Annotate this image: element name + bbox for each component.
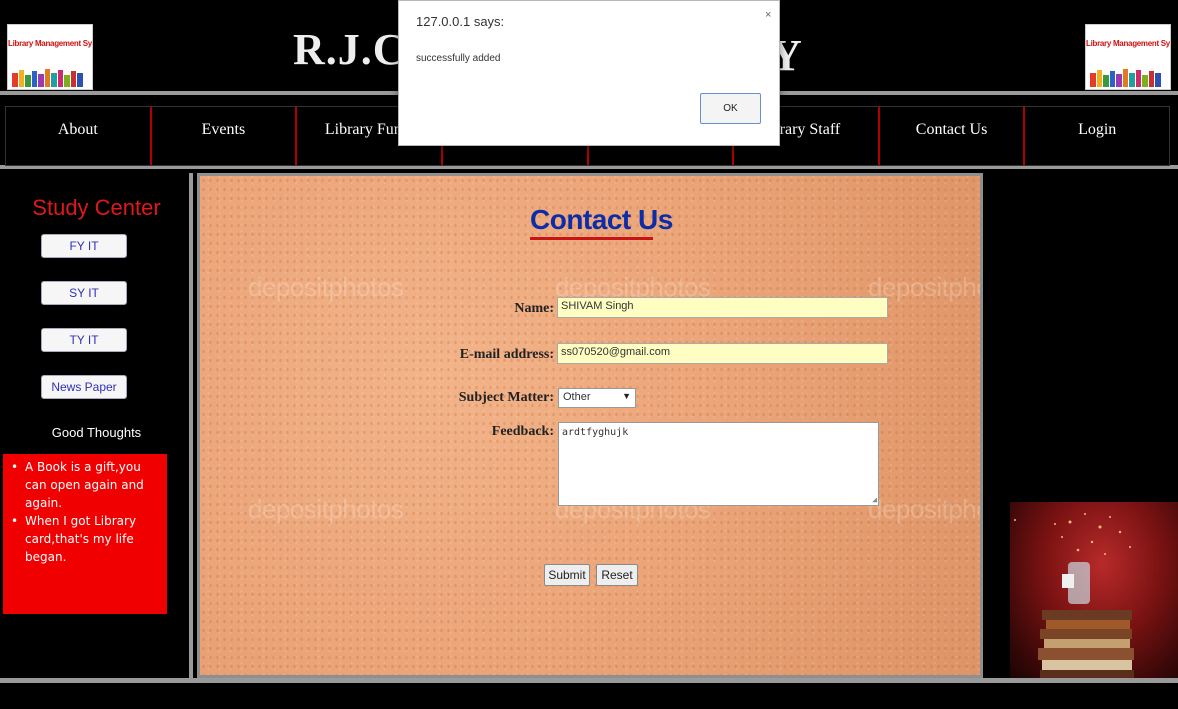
subject-selected-value: Other	[563, 391, 591, 403]
ok-button[interactable]: OK	[700, 93, 761, 124]
resize-grip-icon[interactable]: ◢	[872, 496, 877, 504]
nav-item-about[interactable]: About	[6, 107, 152, 165]
footer	[0, 683, 1178, 709]
dialog-message: successfully added	[416, 53, 501, 64]
library-logo-left: Library Management System	[7, 24, 93, 90]
fy-it-button[interactable]: FY IT	[41, 234, 127, 258]
site-title: R.J.C	[293, 25, 406, 74]
logo-text: Library Management System	[8, 39, 92, 48]
subject-select[interactable]: Other ▼	[558, 388, 636, 408]
reset-button[interactable]: Reset	[596, 564, 638, 586]
nav-item-contact-us[interactable]: Contact Us	[880, 107, 1026, 165]
sidebar: Study Center FY IT SY IT TY IT News Pape…	[0, 173, 193, 678]
feedback-text: ardtfyghujk	[562, 427, 629, 438]
good-thoughts-label: Good Thoughts	[51, 425, 142, 440]
thought-item: When I got Library card,that's my life b…	[9, 512, 161, 566]
books-logo-graphic	[1090, 69, 1161, 87]
nav-item-events[interactable]: Events	[152, 107, 298, 165]
books-logo-graphic	[12, 69, 83, 87]
name-field[interactable]: SHIVAM Singh	[557, 297, 888, 318]
dropdown-arrow-icon: ▼	[622, 391, 631, 401]
dialog-title: 127.0.0.1 says:	[416, 14, 505, 29]
submit-button[interactable]: Submit	[544, 564, 590, 586]
subject-label: Subject Matter:	[458, 390, 554, 405]
email-label: E-mail address:	[459, 347, 554, 362]
thoughts-box: A Book is a gift,you can open again and …	[3, 454, 167, 614]
watermark: depositphotos	[868, 494, 980, 524]
thoughts-list: A Book is a gift,you can open again and …	[9, 458, 161, 566]
news-paper-button[interactable]: News Paper	[41, 375, 127, 399]
contact-panel: depositphotos depositphotos depositphoto…	[197, 173, 983, 678]
feedback-textarea[interactable]: ardtfyghujk ◢	[558, 422, 879, 506]
book-stack-illustration	[1014, 513, 1134, 678]
sy-it-button[interactable]: SY IT	[41, 281, 127, 305]
email-field[interactable]: ss070520@gmail.com	[557, 343, 888, 364]
watermark: depositphotos	[248, 272, 404, 302]
feedback-label: Feedback:	[491, 424, 554, 439]
thought-item: A Book is a gift,you can open again and …	[9, 458, 161, 512]
name-label: Name:	[514, 301, 554, 316]
book-stack-image	[1010, 502, 1178, 678]
close-icon[interactable]: ×	[765, 9, 771, 21]
page-title: Contact Us	[530, 204, 673, 235]
ty-it-button[interactable]: TY IT	[41, 328, 127, 352]
logo-text: Library Management System	[1086, 39, 1170, 48]
alert-dialog: 127.0.0.1 says: × successfully added OK	[398, 0, 780, 146]
sidebar-title: Study Center	[32, 195, 161, 220]
library-logo-right: Library Management System	[1085, 24, 1171, 90]
watermark: depositphotos	[248, 494, 404, 524]
nav-item-login[interactable]: Login	[1025, 107, 1169, 165]
title-underline	[530, 237, 653, 240]
